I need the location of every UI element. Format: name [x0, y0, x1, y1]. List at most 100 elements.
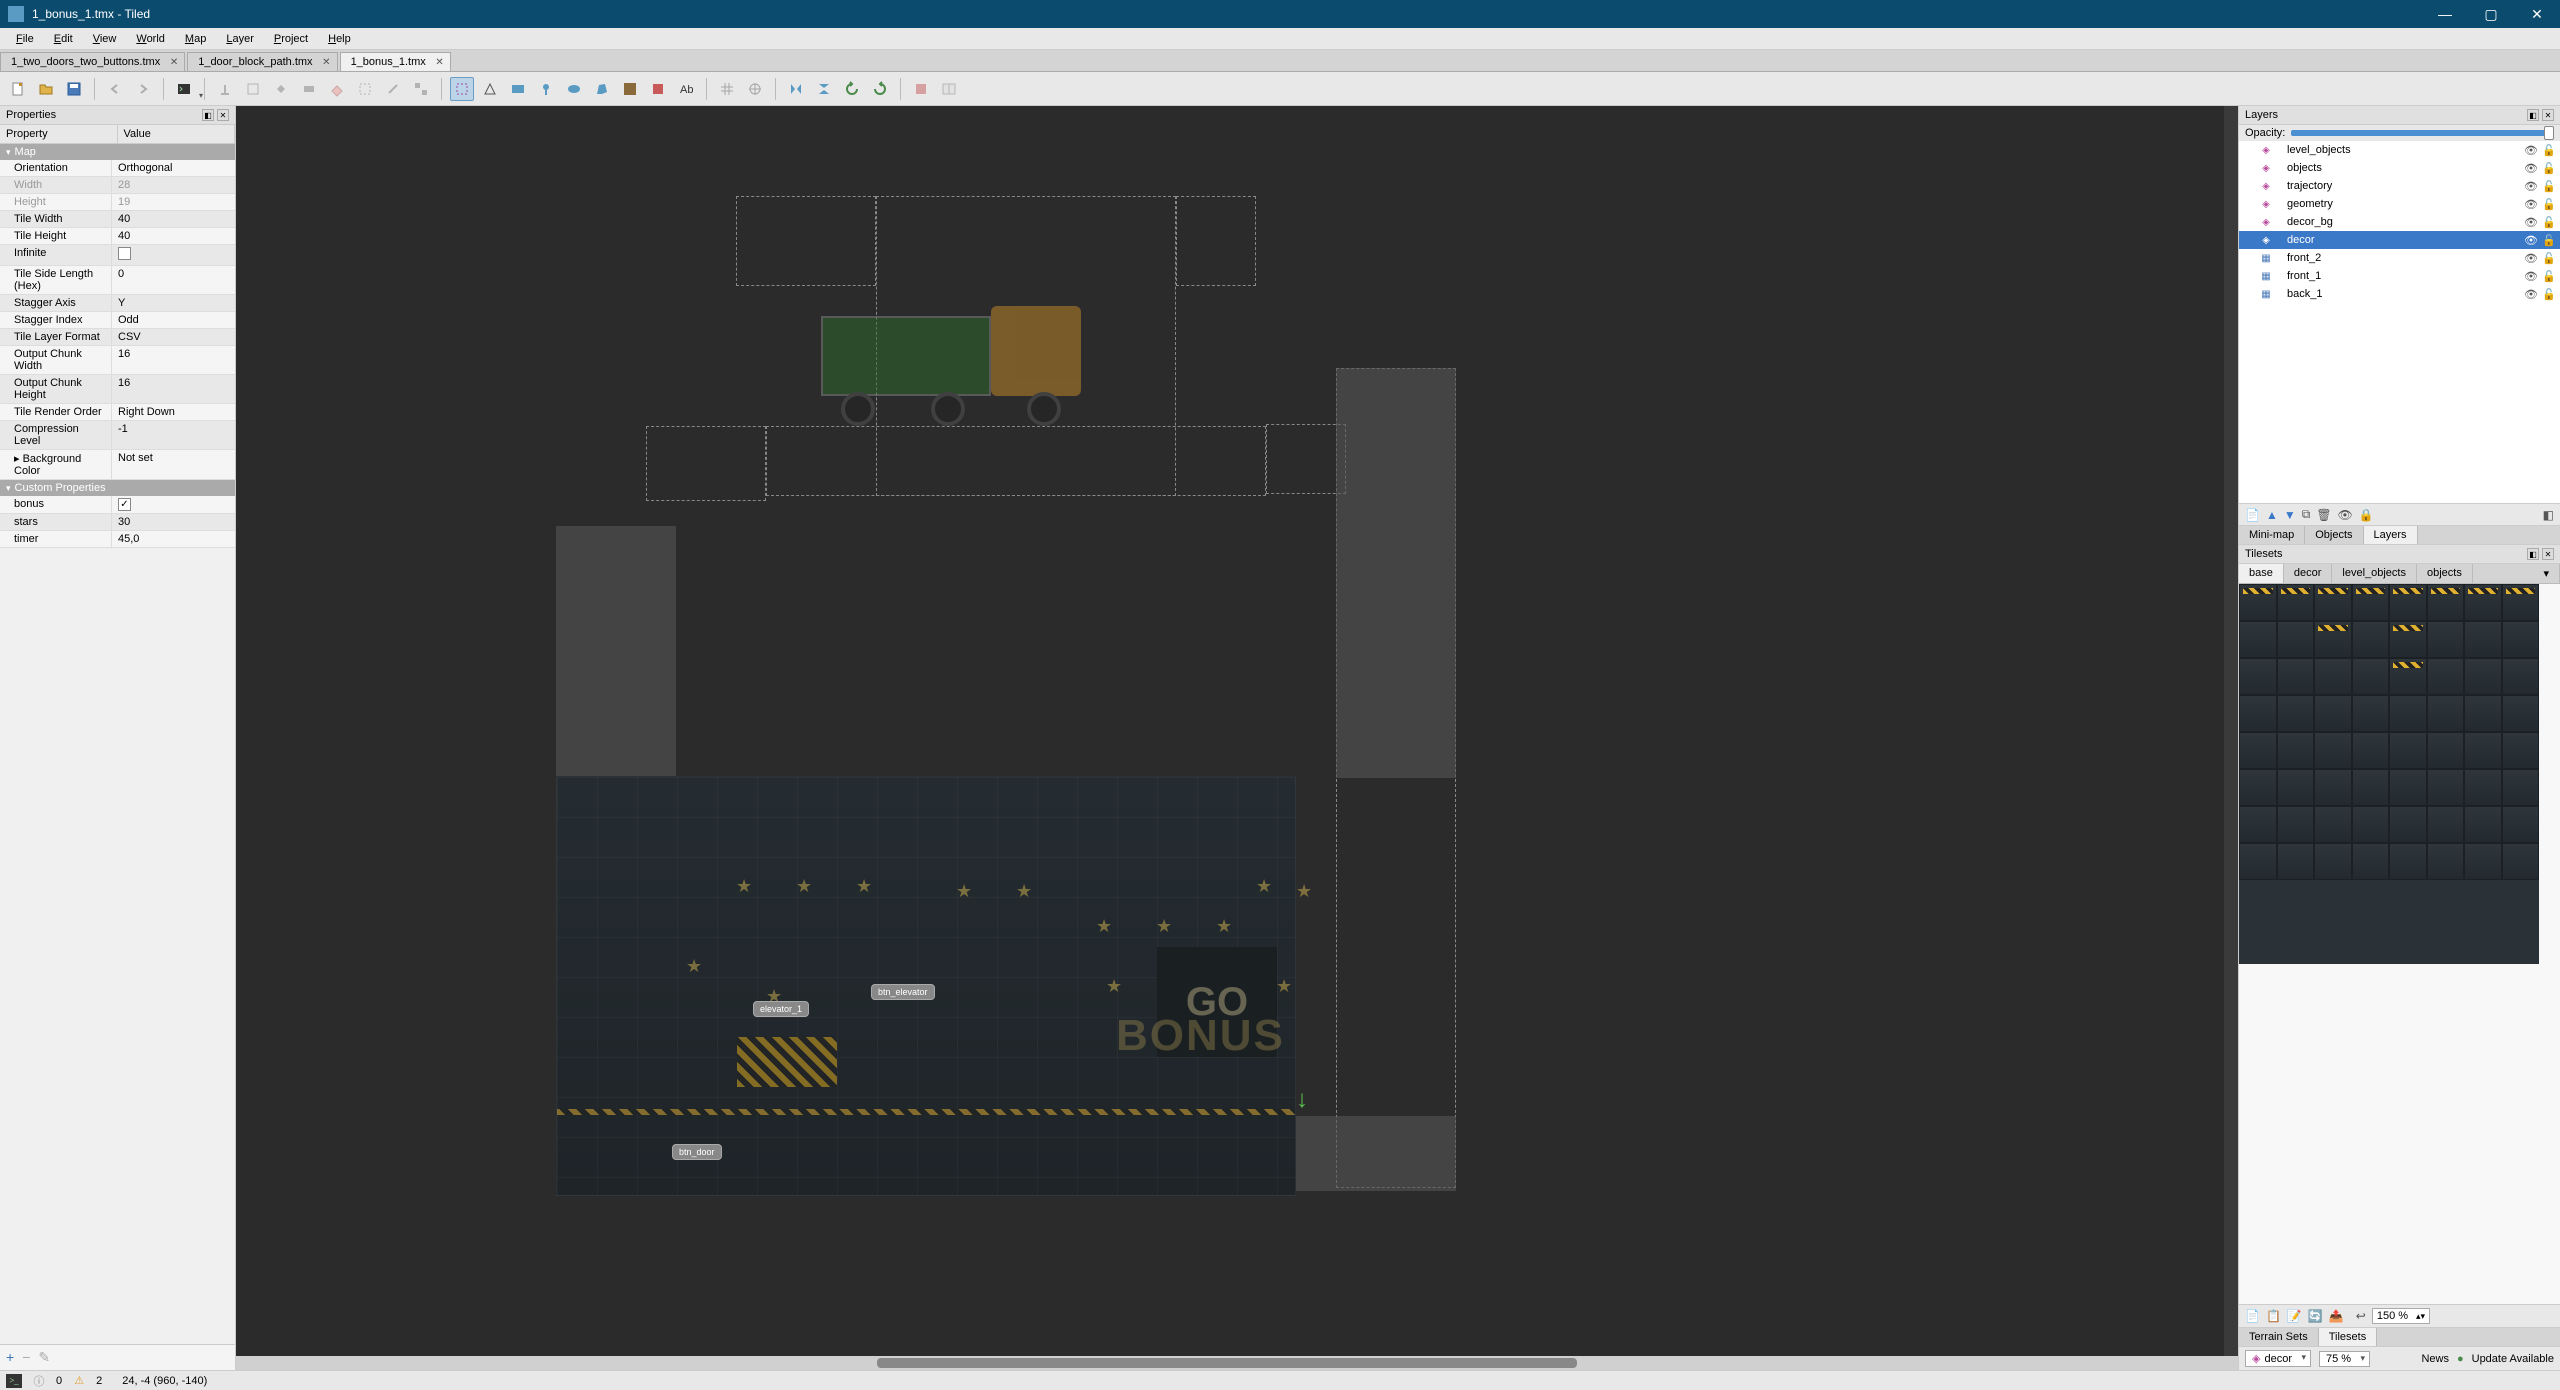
tile-cell[interactable] [2314, 621, 2352, 658]
flip-vertical-button[interactable] [812, 77, 836, 101]
news-link[interactable]: News [2421, 1353, 2449, 1365]
magic-wand-button[interactable] [381, 77, 405, 101]
dynamic-wrap-button[interactable]: ↩ [2356, 1309, 2366, 1323]
property-value[interactable]: 45,0 [112, 531, 235, 547]
redo-button[interactable] [131, 77, 155, 101]
panel-close-button[interactable]: ✕ [2542, 548, 2554, 560]
current-tileset-dropdown[interactable]: ◈decor [2245, 1350, 2311, 1367]
new-tileset-button[interactable]: 📄 [2245, 1309, 2260, 1323]
tab-terrain-sets[interactable]: Terrain Sets [2239, 1328, 2319, 1346]
property-value[interactable]: 16 [112, 375, 235, 403]
visibility-toggle[interactable]: 👁 [2524, 288, 2538, 301]
tile-cell[interactable] [2239, 621, 2277, 658]
move-layer-down-button[interactable]: ▼ [2284, 508, 2296, 522]
property-value[interactable]: 30 [112, 514, 235, 530]
tile-cell[interactable] [2389, 843, 2427, 880]
lock-toggle[interactable]: 🔓 [2542, 270, 2556, 283]
property-value[interactable]: CSV [112, 329, 235, 345]
property-value[interactable]: Odd [112, 312, 235, 328]
property-value[interactable]: Not set [112, 450, 235, 479]
tileset-tab-more[interactable]: ▾ [2533, 564, 2560, 583]
opacity-slider[interactable] [2291, 130, 2554, 136]
tile-cell[interactable] [2352, 658, 2390, 695]
tileset-tab-objects[interactable]: objects [2417, 564, 2473, 583]
property-row[interactable]: Tile Render OrderRight Down [0, 404, 235, 421]
tile-cell[interactable] [2464, 621, 2502, 658]
insert-polygon-button[interactable] [590, 77, 614, 101]
checkbox[interactable] [118, 247, 131, 260]
tile-cell[interactable] [2314, 769, 2352, 806]
lock-toggle[interactable]: 🔓 [2542, 288, 2556, 301]
reset-template-button[interactable] [937, 77, 961, 101]
embed-tileset-button[interactable]: 📋 [2266, 1309, 2281, 1323]
terrain-brush-button[interactable] [241, 77, 265, 101]
layer-row[interactable]: ◈objects👁🔓 [2239, 159, 2560, 177]
rotate-right-button[interactable] [868, 77, 892, 101]
undo-button[interactable] [103, 77, 127, 101]
tile-cell[interactable] [2502, 695, 2540, 732]
tile-cell[interactable] [2352, 621, 2390, 658]
remove-property-button[interactable]: − [22, 1349, 30, 1366]
error-icon[interactable]: ⓘ [32, 1374, 46, 1388]
property-value[interactable]: 40 [112, 211, 235, 227]
insert-point-button[interactable] [534, 77, 558, 101]
tile-cell[interactable] [2277, 658, 2315, 695]
tile-cell[interactable] [2389, 806, 2427, 843]
property-row[interactable]: Tile Width40 [0, 211, 235, 228]
col-value[interactable]: Value [118, 125, 236, 143]
tileset-view[interactable] [2239, 584, 2560, 1304]
tab-mini-map[interactable]: Mini-map [2239, 526, 2305, 544]
tile-cell[interactable] [2277, 806, 2315, 843]
lock-toggle[interactable]: 🔓 [2542, 144, 2556, 157]
tab-close-icon[interactable]: ✕ [322, 57, 330, 68]
tile-cell[interactable] [2427, 695, 2465, 732]
menu-layer[interactable]: Layer [216, 30, 264, 48]
property-row[interactable]: Compression Level-1 [0, 421, 235, 450]
property-row[interactable]: Stagger AxisY [0, 295, 235, 312]
select-objects-button[interactable] [450, 77, 474, 101]
canvas-scrollbar-h[interactable] [236, 1356, 2238, 1370]
panel-float-button[interactable]: ◧ [2527, 548, 2539, 560]
tileset-zoom[interactable]: 150 %▴▾ [2372, 1308, 2430, 1324]
property-value[interactable]: -1 [112, 421, 235, 449]
property-row[interactable]: Height19 [0, 194, 235, 211]
tile-cell[interactable] [2427, 658, 2465, 695]
stamp-brush-button[interactable] [213, 77, 237, 101]
flip-horizontal-button[interactable] [784, 77, 808, 101]
visibility-toggle[interactable]: 👁 [2524, 252, 2538, 265]
tab-close-icon[interactable]: ✕ [170, 57, 178, 68]
select-same-button[interactable] [409, 77, 433, 101]
tile-cell[interactable] [2352, 584, 2390, 621]
lock-toggle[interactable]: 🔓 [2542, 234, 2556, 247]
section-map[interactable]: Map [0, 144, 235, 160]
tile-cell[interactable] [2277, 695, 2315, 732]
new-file-button[interactable] [6, 77, 30, 101]
menu-file[interactable]: File [6, 30, 44, 48]
property-row[interactable]: bonus✓ [0, 496, 235, 514]
property-row[interactable]: Width28 [0, 177, 235, 194]
tile-cell[interactable] [2427, 584, 2465, 621]
insert-rectangle-button[interactable] [506, 77, 530, 101]
tile-cell[interactable] [2277, 843, 2315, 880]
panel-close-button[interactable]: ✕ [2542, 109, 2554, 121]
tile-cell[interactable] [2277, 769, 2315, 806]
lock-toggle[interactable]: 🔓 [2542, 180, 2556, 193]
lock-toggle[interactable]: 🔓 [2542, 216, 2556, 229]
shape-fill-button[interactable] [297, 77, 321, 101]
menu-edit[interactable]: Edit [44, 30, 83, 48]
canvas-scrollbar-v[interactable] [2224, 106, 2238, 1356]
tile-cell[interactable] [2389, 621, 2427, 658]
open-file-button[interactable] [34, 77, 58, 101]
move-layer-up-button[interactable]: ▲ [2266, 508, 2278, 522]
tile-cell[interactable] [2464, 769, 2502, 806]
update-available-link[interactable]: Update Available [2472, 1353, 2554, 1365]
visibility-toggle[interactable]: 👁 [2524, 144, 2538, 157]
property-row[interactable]: Stagger IndexOdd [0, 312, 235, 329]
layer-row[interactable]: ◈trajectory👁🔓 [2239, 177, 2560, 195]
tile-cell[interactable] [2427, 732, 2465, 769]
tab-doc-0[interactable]: 1_two_doors_two_buttons.tmx✕ [0, 52, 185, 71]
property-value[interactable]: Y [112, 295, 235, 311]
tile-cell[interactable] [2314, 843, 2352, 880]
property-value[interactable]: ✓ [112, 496, 235, 513]
tile-cell[interactable] [2502, 806, 2540, 843]
